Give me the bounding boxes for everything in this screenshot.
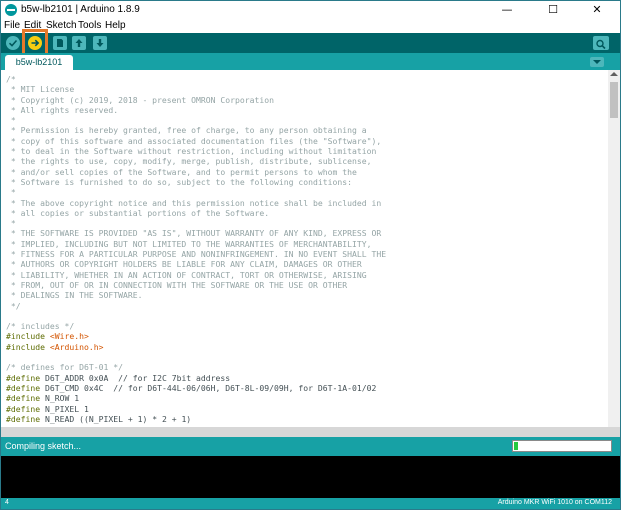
code-line[interactable]: * FROM, OUT OF OR IN CONNECTION WITH THE…: [6, 280, 386, 290]
code-line[interactable]: #define D6T_CMD 0x4C // for D6T-44L-06/0…: [6, 383, 386, 393]
code-line[interactable]: * Copyright (c) 2019, 2018 - present OMR…: [6, 95, 386, 105]
code-line[interactable]: * All rights reserved.: [6, 105, 386, 115]
serial-monitor-icon[interactable]: [593, 36, 609, 50]
window-title: b5w-lb2101 | Arduino 1.8.9: [21, 4, 140, 15]
code-line[interactable]: [6, 352, 386, 362]
compile-progress-bar: [512, 440, 612, 452]
code-line[interactable]: #include <Wire.h>: [6, 331, 386, 341]
code-line[interactable]: * The above copyright notice and this pe…: [6, 198, 386, 208]
code-line[interactable]: * Software is furnished to do so, subjec…: [6, 177, 386, 187]
editor-console-divider[interactable]: [1, 427, 620, 437]
code-line[interactable]: * Permission is hereby granted, free of …: [6, 125, 386, 135]
code-line[interactable]: */: [6, 301, 386, 311]
code-line[interactable]: * all copies or substantial portions of …: [6, 208, 386, 218]
open-icon[interactable]: [72, 36, 86, 50]
code-line[interactable]: [6, 311, 386, 321]
save-icon[interactable]: [93, 36, 107, 50]
code-line[interactable]: *: [6, 187, 386, 197]
code-line[interactable]: * AUTHORS OR COPYRIGHT HOLDERS BE LIABLE…: [6, 259, 386, 269]
code-line[interactable]: * and/or sell copies of the Software, an…: [6, 167, 386, 177]
new-icon[interactable]: [53, 36, 67, 50]
scrollbar-thumb[interactable]: [610, 82, 618, 118]
code-line[interactable]: /*: [6, 74, 386, 84]
code-line[interactable]: * copy of this software and associated d…: [6, 136, 386, 146]
status-message: Compiling sketch...: [5, 441, 82, 451]
code-line[interactable]: *: [6, 218, 386, 228]
code-line[interactable]: #define N_ROW 1: [6, 393, 386, 403]
menu-bar: File Edit Sketch Tools Help: [1, 19, 620, 33]
code-text[interactable]: /* * MIT License * Copyright (c) 2019, 2…: [6, 74, 386, 424]
code-line[interactable]: * THE SOFTWARE IS PROVIDED "AS IS", WITH…: [6, 228, 386, 238]
menu-tools[interactable]: Tools: [78, 19, 101, 33]
menu-sketch[interactable]: Sketch: [46, 19, 77, 33]
title-bar: b5w-lb2101 | Arduino 1.8.9 — ☐ ✕: [1, 1, 620, 19]
board-port-label: Arduino MKR WiFi 1010 on COM112: [497, 499, 612, 506]
code-line[interactable]: * to deal in the Software without restri…: [6, 146, 386, 156]
arduino-ide-window: b5w-lb2101 | Arduino 1.8.9 — ☐ ✕ File Ed…: [0, 0, 621, 510]
maximize-button[interactable]: ☐: [530, 1, 576, 19]
code-line[interactable]: /* includes */: [6, 321, 386, 331]
code-line[interactable]: /* defines for D6T-01 */: [6, 362, 386, 372]
menu-file[interactable]: File: [4, 19, 20, 33]
code-line[interactable]: * FITNESS FOR A PARTICULAR PURPOSE AND N…: [6, 249, 386, 259]
toolbar: [1, 33, 620, 53]
code-line[interactable]: * DEALINGS IN THE SOFTWARE.: [6, 290, 386, 300]
code-line[interactable]: #define D6T_ADDR 0x0A // for I2C 7bit ad…: [6, 373, 386, 383]
code-line[interactable]: * MIT License: [6, 84, 386, 94]
tab-bar: b5w-lb2101: [1, 53, 620, 70]
code-line[interactable]: * IMPLIED, INCLUDING BUT NOT LIMITED TO …: [6, 239, 386, 249]
tab-b5w-lb2101[interactable]: b5w-lb2101: [5, 55, 73, 70]
code-line[interactable]: * LIABILITY, WHETHER IN AN ACTION OF CON…: [6, 270, 386, 280]
verify-icon[interactable]: [6, 36, 20, 50]
editor-vertical-scrollbar[interactable]: [608, 70, 620, 427]
minimize-button[interactable]: —: [484, 1, 530, 19]
arduino-logo-icon: [5, 4, 17, 16]
close-button[interactable]: ✕: [574, 1, 620, 19]
tab-menu-chevron-down-icon[interactable]: [590, 57, 604, 67]
progress-fill: [514, 442, 518, 450]
console-output[interactable]: [1, 456, 620, 498]
menu-help[interactable]: Help: [105, 19, 126, 33]
code-editor[interactable]: /* * MIT License * Copyright (c) 2019, 2…: [1, 70, 608, 427]
footer-bar: 4 Arduino MKR WiFi 1010 on COM112: [1, 498, 620, 509]
code-line[interactable]: #include <Arduino.h>: [6, 342, 386, 352]
code-line[interactable]: #define N_READ ((N_PIXEL + 1) * 2 + 1): [6, 414, 386, 424]
status-bar: Compiling sketch...: [1, 437, 620, 456]
code-line[interactable]: * the rights to use, copy, modify, merge…: [6, 156, 386, 166]
code-line[interactable]: #define N_PIXEL 1: [6, 404, 386, 414]
code-line[interactable]: *: [6, 115, 386, 125]
current-line-number: 4: [5, 499, 9, 506]
scroll-up-arrow-icon[interactable]: [610, 72, 618, 76]
